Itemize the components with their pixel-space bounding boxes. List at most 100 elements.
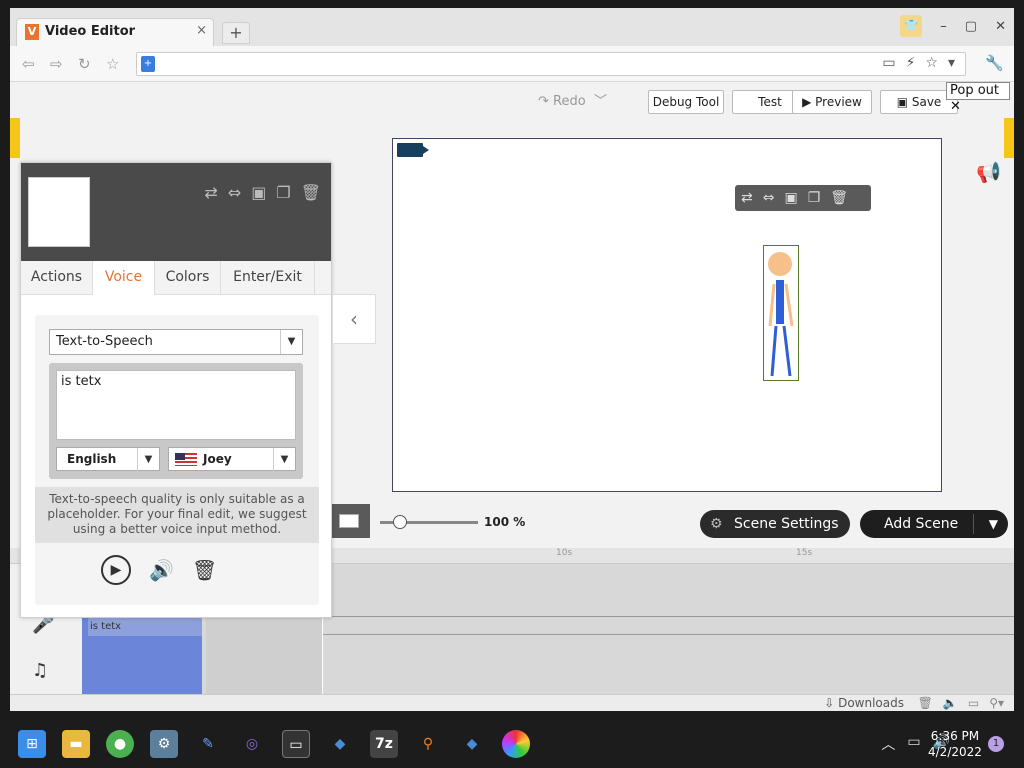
preview-label: Preview — [815, 95, 862, 109]
panel-tabs: Actions Voice Colors Enter/Exit — [21, 261, 331, 295]
wrench-icon[interactable]: 🔧 — [985, 54, 1004, 72]
file-explorer-icon[interactable]: ▬ — [62, 730, 90, 758]
chrome-icon[interactable]: ● — [106, 730, 134, 758]
panel-header: ⇄ ⇔ ▣ ❐ 🗑 — [21, 163, 331, 261]
minimize-icon[interactable]: – — [940, 19, 947, 34]
python-icon[interactable]: ◆ — [326, 730, 354, 758]
clock[interactable]: 6:36 PM 4/2/2022 — [928, 728, 982, 760]
clock-date: 4/2/2022 — [928, 745, 982, 759]
trash-icon[interactable]: 🗑 — [918, 696, 933, 710]
screen-blocked-icon[interactable]: ▭ — [882, 55, 895, 71]
save-label: Save — [911, 95, 942, 109]
browser-tab[interactable]: V Video Editor × — [16, 18, 214, 46]
chevron-down-icon: ▼ — [137, 448, 159, 472]
desktop: V Video Editor × + 👕 – ▢ ✕ ⇦ ⇨ ↻ ☆ + ▭ ⚡ — [0, 0, 1024, 768]
start-icon[interactable]: ⊞ — [18, 730, 46, 758]
search-icon[interactable]: ⚲ — [414, 730, 442, 758]
shirt-icon[interactable]: 👕 — [900, 15, 923, 37]
url-input[interactable]: + ▭ ⚡ ☆ ▾ — [136, 52, 966, 76]
redo-button[interactable]: ↷ Redo ﹀ — [538, 90, 607, 109]
trash-icon[interactable]: 🗑 — [301, 183, 321, 202]
trash-icon[interactable]: 🗑 — [192, 558, 217, 582]
voice-value: Joey — [203, 452, 232, 466]
brand-stripe-right — [1004, 118, 1014, 158]
character-illustration — [768, 252, 794, 377]
media-app-icon[interactable]: ◎ — [238, 730, 266, 758]
lightning-icon[interactable]: ⚡ — [906, 55, 916, 71]
chevron-down-icon[interactable]: ▾ — [948, 55, 955, 71]
pen-icon[interactable]: ✎ — [194, 730, 222, 758]
volume-icon[interactable]: 🔊 — [149, 558, 174, 582]
tts-text-input[interactable]: is tetx — [56, 370, 296, 440]
downloads-button[interactable]: ⇩ Downloads — [824, 696, 904, 710]
forward-icon[interactable]: ⇨ — [50, 55, 63, 73]
swap-icon[interactable]: ⇄ — [741, 190, 753, 206]
voice-clip-text[interactable]: is tetx — [88, 618, 202, 636]
pop-out-button[interactable]: Pop out ✕ — [946, 82, 1010, 114]
send-back-icon[interactable]: ▣ — [251, 183, 266, 202]
swap-icon[interactable]: ⇄ — [204, 183, 217, 202]
tab-voice[interactable]: Voice — [93, 261, 155, 295]
back-icon[interactable]: ⇦ — [22, 55, 35, 73]
star-icon[interactable]: ☆ — [925, 55, 938, 71]
preview-button[interactable]: ▶ Preview — [792, 90, 872, 114]
close-tab-icon[interactable]: × — [196, 23, 207, 38]
browser-status-bar: ⇩ Downloads 🗑 🔈 ▭ ⚲▾ — [10, 694, 1014, 711]
python-file-icon[interactable]: ◆ — [458, 730, 486, 758]
scene-stage[interactable]: ⇄ ⇔ ▣ ❐ 🗑 — [392, 138, 942, 492]
bring-front-icon[interactable]: ❐ — [276, 183, 290, 202]
volume-icon[interactable]: 🔈 — [943, 696, 958, 710]
clock-time: 6:36 PM — [930, 729, 980, 743]
tab-bar: V Video Editor × + 👕 – ▢ ✕ — [10, 8, 1014, 46]
notification-badge[interactable]: 1 — [988, 736, 1004, 752]
voice-source-value: Text-to-Speech — [56, 334, 153, 349]
zoom-slider-handle[interactable] — [392, 515, 407, 529]
trash-icon[interactable]: 🗑 — [830, 190, 848, 206]
close-window-icon[interactable]: ✕ — [995, 19, 1006, 34]
display-icon[interactable]: ▭ — [907, 734, 920, 754]
music-icon[interactable]: ♫ — [32, 660, 48, 681]
flip-icon[interactable]: ⇔ — [763, 190, 775, 206]
zoom-icon[interactable]: ⚲▾ — [989, 696, 1004, 710]
browser-window: V Video Editor × + 👕 – ▢ ✕ ⇦ ⇨ ↻ ☆ + ▭ ⚡ — [10, 8, 1014, 711]
video-editor-app: ↷ Redo ﹀ Debug Tool Test ▶ Preview ▣ Sav… — [10, 82, 1014, 694]
flip-icon[interactable]: ⇔ — [228, 183, 241, 202]
url-icons: ▭ ⚡ ☆ ▾ — [882, 55, 955, 71]
tab-actions[interactable]: Actions — [21, 261, 93, 295]
character-figure[interactable] — [763, 245, 799, 381]
7zip-icon[interactable]: 7z — [370, 730, 398, 758]
tab-enter-exit[interactable]: Enter/Exit — [221, 261, 315, 295]
new-tab-button[interactable]: + — [222, 22, 250, 44]
language-select[interactable]: English ▼ — [56, 447, 160, 472]
chevron-down-icon[interactable]: ▼ — [989, 510, 998, 538]
voice-settings: Text-to-Speech ▼ is tetx English ▼ Joey ▼ T… — [35, 315, 319, 605]
bookmark-star-icon[interactable]: ☆ — [106, 55, 119, 73]
terminal-icon[interactable]: ▭ — [282, 730, 310, 758]
stage-capture-button[interactable] — [328, 504, 370, 538]
ruler-tick: 15s — [796, 548, 813, 558]
collapse-panel-button[interactable]: ‹ — [332, 294, 376, 344]
megaphone-icon[interactable]: 📢 — [976, 160, 1001, 184]
windows-taskbar: ⊞ ▬ ● ⚙ ✎ ◎ ▭ ◆ 7z ⚲ ◆ ︿ ▭ 🔊 6:36 PM 4/2… — [0, 720, 1024, 768]
debug-tool-button[interactable]: Debug Tool — [648, 90, 724, 114]
add-scene-button[interactable]: Add Scene ▼ — [860, 510, 1008, 538]
voice-source-select[interactable]: Text-to-Speech ▼ — [49, 329, 303, 355]
tab-colors[interactable]: Colors — [155, 261, 221, 295]
screen-icon[interactable]: ▭ — [968, 696, 979, 710]
camera-icon[interactable] — [397, 143, 429, 157]
scene-settings-button[interactable]: ⚙ Scene Settings — [700, 510, 850, 538]
reload-icon[interactable]: ↻ — [78, 55, 91, 73]
track-divider — [322, 634, 1014, 635]
tts-quality-note: Text-to-speech quality is only suitable … — [35, 487, 319, 543]
track-divider — [322, 616, 1014, 617]
maximize-icon[interactable]: ▢ — [965, 19, 977, 34]
play-icon[interactable]: ▶ — [101, 555, 131, 585]
network-app-icon[interactable]: ⚙ — [150, 730, 178, 758]
color-app-icon[interactable] — [502, 730, 530, 758]
send-back-icon[interactable]: ▣ — [784, 190, 797, 206]
chevron-up-icon[interactable]: ︿ — [881, 734, 895, 754]
bring-front-icon[interactable]: ❐ — [808, 190, 821, 206]
voice-select[interactable]: Joey ▼ — [168, 447, 296, 472]
chevron-down-icon: ▼ — [280, 330, 302, 354]
tab-title: Video Editor — [45, 24, 136, 39]
